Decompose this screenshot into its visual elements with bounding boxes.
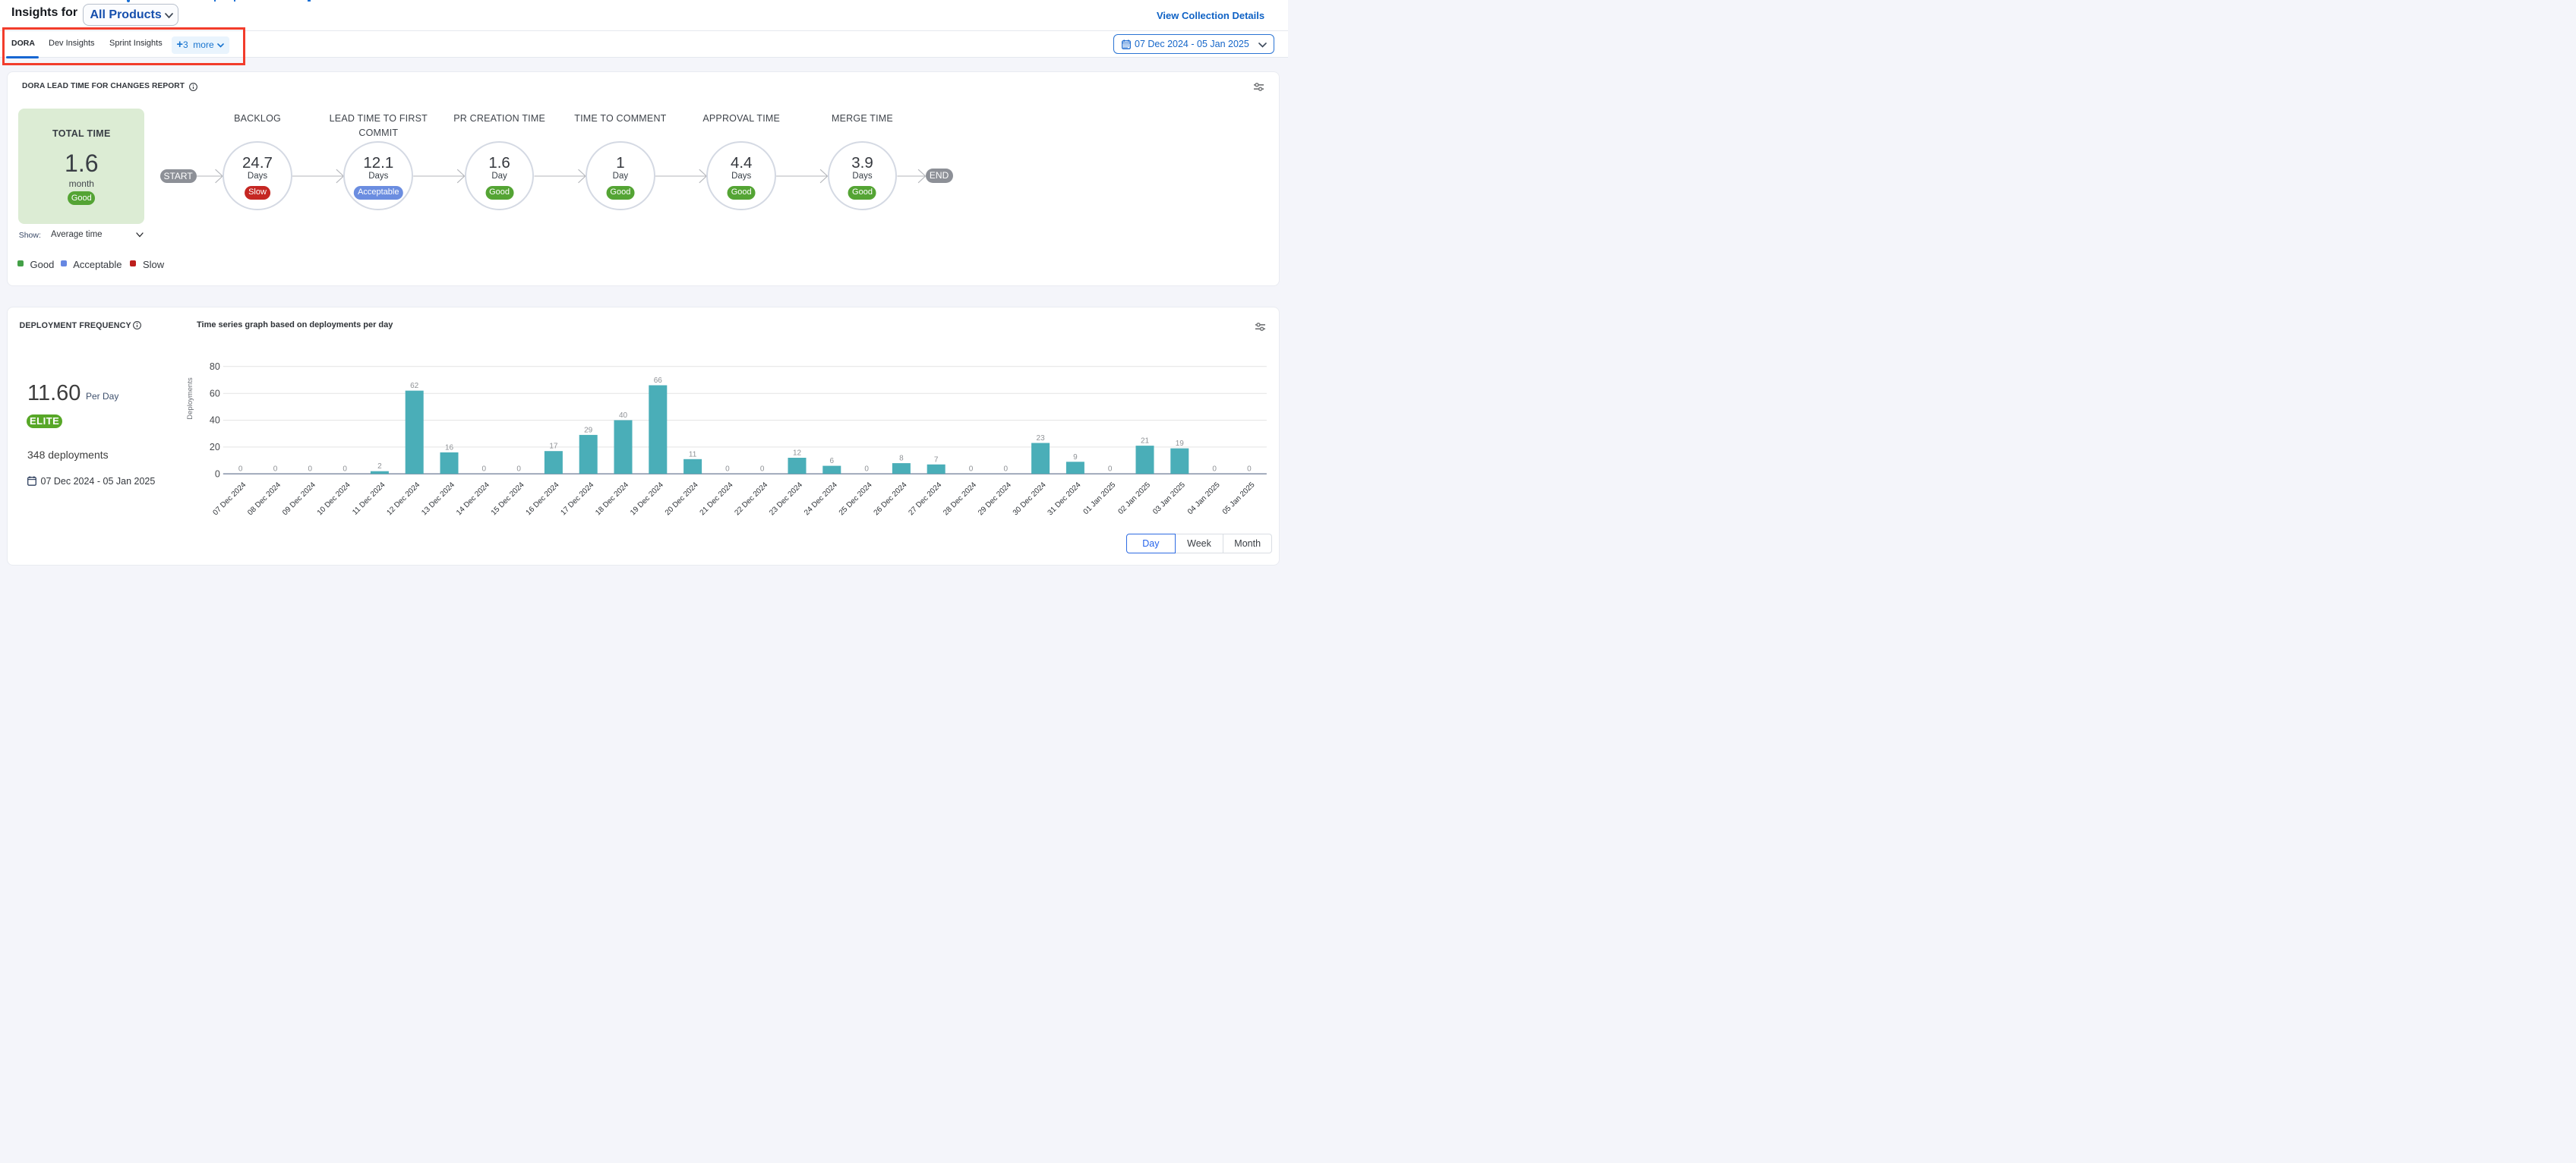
- svg-text:15 Dec 2024: 15 Dec 2024: [490, 481, 526, 517]
- svg-text:28 Dec 2024: 28 Dec 2024: [942, 481, 978, 517]
- svg-text:Deployments: Deployments: [186, 377, 194, 420]
- svg-text:16 Dec 2024: 16 Dec 2024: [525, 481, 561, 517]
- svg-text:08 Dec 2024: 08 Dec 2024: [246, 481, 283, 517]
- svg-text:19: 19: [1176, 440, 1185, 448]
- svg-text:9: 9: [1073, 452, 1078, 461]
- svg-text:20 Dec 2024: 20 Dec 2024: [664, 481, 700, 517]
- svg-text:12 Dec 2024: 12 Dec 2024: [385, 481, 421, 517]
- svg-text:10 Dec 2024: 10 Dec 2024: [316, 481, 352, 517]
- svg-text:26 Dec 2024: 26 Dec 2024: [873, 481, 909, 517]
- svg-text:0: 0: [1212, 465, 1217, 473]
- svg-text:24 Dec 2024: 24 Dec 2024: [803, 481, 839, 517]
- svg-text:17: 17: [549, 442, 558, 450]
- svg-text:07 Dec 2024: 07 Dec 2024: [211, 481, 248, 517]
- svg-text:0: 0: [308, 465, 313, 473]
- svg-text:0: 0: [482, 465, 487, 473]
- svg-text:30 Dec 2024: 30 Dec 2024: [1012, 481, 1048, 517]
- svg-text:09 Dec 2024: 09 Dec 2024: [281, 481, 317, 517]
- svg-text:0: 0: [864, 465, 869, 473]
- svg-text:29 Dec 2024: 29 Dec 2024: [977, 481, 1013, 517]
- svg-text:25 Dec 2024: 25 Dec 2024: [838, 481, 874, 517]
- svg-text:60: 60: [210, 388, 220, 399]
- svg-text:29: 29: [584, 426, 593, 434]
- svg-text:0: 0: [238, 465, 243, 473]
- svg-text:6: 6: [830, 457, 835, 465]
- svg-text:0: 0: [1004, 465, 1009, 473]
- svg-text:14 Dec 2024: 14 Dec 2024: [455, 481, 491, 517]
- svg-text:0: 0: [1247, 465, 1252, 473]
- svg-text:05 Jan 2025: 05 Jan 2025: [1221, 481, 1257, 516]
- svg-text:13 Dec 2024: 13 Dec 2024: [420, 481, 456, 517]
- svg-text:20: 20: [210, 442, 220, 452]
- svg-text:7: 7: [934, 455, 939, 464]
- svg-text:80: 80: [210, 361, 220, 372]
- svg-text:23: 23: [1037, 434, 1046, 443]
- svg-text:40: 40: [210, 414, 220, 425]
- svg-text:11 Dec 2024: 11 Dec 2024: [351, 481, 387, 517]
- svg-text:40: 40: [619, 411, 628, 420]
- svg-text:0: 0: [969, 465, 974, 473]
- svg-text:16: 16: [445, 443, 454, 452]
- svg-text:01 Jan 2025: 01 Jan 2025: [1082, 481, 1118, 516]
- svg-text:22 Dec 2024: 22 Dec 2024: [733, 481, 769, 517]
- svg-text:04 Jan 2025: 04 Jan 2025: [1186, 481, 1222, 516]
- svg-text:27 Dec 2024: 27 Dec 2024: [907, 481, 943, 517]
- svg-text:2: 2: [377, 462, 382, 471]
- svg-text:8: 8: [899, 454, 904, 462]
- svg-text:12: 12: [793, 449, 802, 457]
- svg-text:66: 66: [654, 377, 663, 385]
- svg-text:11: 11: [689, 450, 697, 459]
- svg-text:0: 0: [215, 468, 220, 479]
- svg-text:21 Dec 2024: 21 Dec 2024: [699, 481, 735, 517]
- svg-text:0: 0: [1108, 465, 1113, 473]
- svg-text:0: 0: [516, 465, 521, 473]
- svg-text:23 Dec 2024: 23 Dec 2024: [768, 481, 804, 517]
- svg-text:02 Jan 2025: 02 Jan 2025: [1116, 481, 1152, 516]
- svg-text:31 Dec 2024: 31 Dec 2024: [1046, 481, 1083, 517]
- svg-text:0: 0: [725, 465, 730, 473]
- svg-text:21: 21: [1141, 437, 1150, 445]
- svg-text:19 Dec 2024: 19 Dec 2024: [629, 481, 665, 517]
- svg-text:18 Dec 2024: 18 Dec 2024: [594, 481, 630, 517]
- svg-text:0: 0: [273, 465, 278, 473]
- svg-text:17 Dec 2024: 17 Dec 2024: [559, 481, 595, 517]
- svg-text:0: 0: [343, 465, 347, 473]
- svg-text:0: 0: [760, 465, 765, 473]
- svg-text:62: 62: [410, 382, 419, 390]
- svg-text:03 Jan 2025: 03 Jan 2025: [1151, 481, 1187, 516]
